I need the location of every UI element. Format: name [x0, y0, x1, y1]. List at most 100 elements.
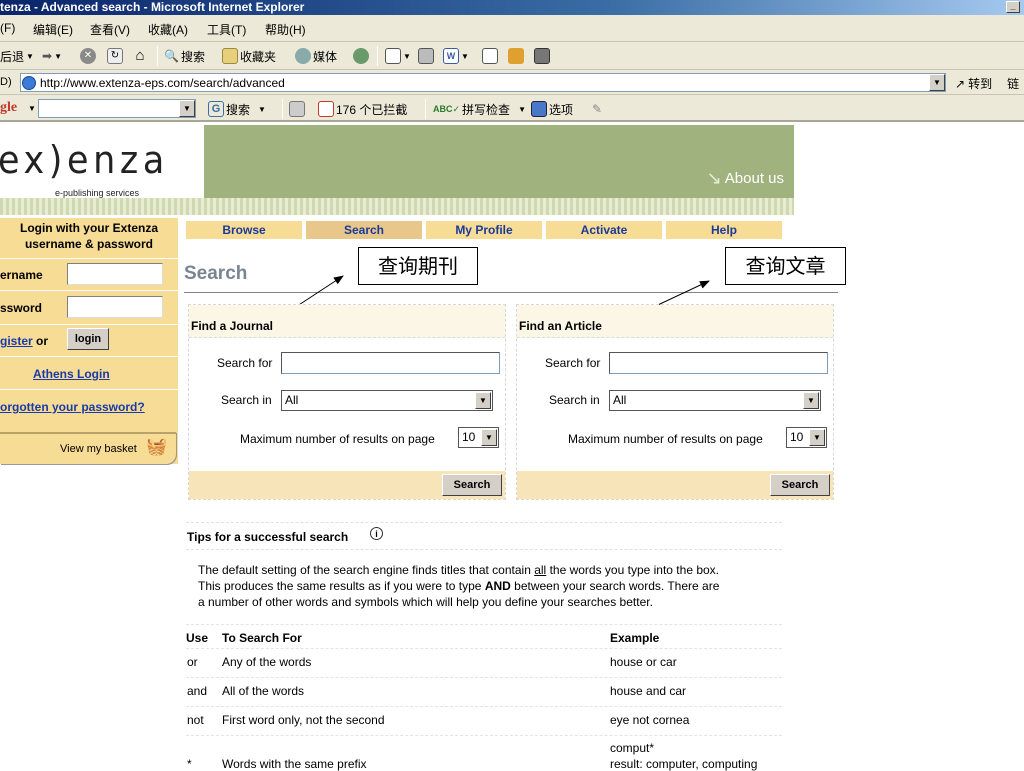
google-search-input[interactable] — [38, 99, 196, 118]
refresh-icon: ↻ — [107, 48, 123, 64]
about-us-label: About us — [724, 170, 784, 187]
basket-icon: 🧺 — [146, 437, 168, 456]
links-label[interactable]: 链 — [1007, 75, 1019, 92]
dropdown-arrow-icon[interactable]: ▼ — [54, 52, 62, 61]
home-button[interactable]: ⌂ — [132, 47, 148, 65]
search-label: 搜索 — [180, 49, 205, 64]
favorites-label: 收藏夹 — [240, 49, 277, 64]
menu-tools[interactable]: 工具(T) — [207, 21, 246, 38]
popup-blocker-button[interactable]: 176 个已拦截 — [318, 100, 407, 118]
research-button[interactable] — [534, 47, 550, 65]
athens-login-link[interactable]: Athens Login — [33, 367, 110, 381]
word-icon: W — [443, 48, 459, 64]
highlight-button[interactable]: ✎ — [592, 100, 602, 118]
google-search-dropdown-icon[interactable]: ▼ — [179, 100, 195, 117]
info-icon[interactable]: i — [370, 527, 383, 540]
login-button[interactable]: login — [67, 328, 109, 350]
address-field[interactable]: http://www.extenza-eps.com/search/advanc… — [20, 73, 946, 92]
journal-search-in-select[interactable]: All ▼ — [281, 390, 493, 411]
back-button[interactable]: 后退 ▼ — [0, 47, 34, 65]
tips-text: The default setting of the search engine… — [198, 563, 720, 609]
spellcheck-icon: ABC✓ — [433, 103, 461, 114]
address-url[interactable]: http://www.extenza-eps.com/search/advanc… — [40, 76, 285, 90]
menu-help[interactable]: 帮助(H) — [265, 21, 306, 38]
search-button[interactable]: 🔍 搜索 — [164, 47, 205, 65]
view-basket-button[interactable]: View my basket 🧺 — [0, 432, 176, 464]
chevron-down-icon[interactable]: ▼ — [803, 392, 819, 409]
dropdown-arrow-icon[interactable]: ▼ — [518, 105, 526, 114]
extenza-logo[interactable]: ex)enza e-publishing services — [0, 132, 200, 202]
stop-button[interactable]: ✕ — [80, 47, 96, 65]
pagerank-icon — [289, 101, 305, 117]
refresh-button[interactable]: ↻ — [107, 47, 123, 65]
favorites-icon — [222, 48, 238, 64]
discuss-button[interactable] — [482, 47, 498, 65]
tab-search[interactable]: Search — [306, 221, 422, 239]
back-label: 后退 — [0, 49, 25, 64]
menu-edit[interactable]: 编辑(E) — [33, 21, 73, 38]
media-button[interactable]: 媒体 — [295, 47, 337, 65]
dropdown-arrow-icon[interactable]: ▼ — [403, 52, 411, 61]
chevron-down-icon[interactable]: ▼ — [475, 392, 491, 409]
article-footer: Search — [517, 471, 833, 499]
address-dropdown-icon[interactable]: ▼ — [929, 74, 945, 91]
go-label: 转到 — [968, 77, 993, 91]
article-search-in-label: Search in — [549, 393, 600, 407]
annotation-journal: 查询期刊 — [358, 247, 478, 285]
go-arrow-icon: ↗ — [955, 76, 966, 91]
article-search-input[interactable] — [609, 352, 828, 374]
col-header-example: Example — [610, 631, 660, 645]
options-button[interactable]: 选项 — [531, 100, 573, 118]
menu-view[interactable]: 查看(V) — [90, 21, 130, 38]
tab-my-profile[interactable]: My Profile — [426, 221, 542, 239]
mail-button[interactable]: ▼ — [385, 47, 411, 65]
home-icon: ⌂ — [135, 47, 145, 64]
journal-search-input[interactable] — [281, 352, 500, 374]
dropdown-arrow-icon[interactable]: ▼ — [258, 105, 266, 114]
minimize-button[interactable]: _ — [1006, 1, 1020, 13]
google-search-button[interactable]: G 搜索 ▼ — [208, 100, 266, 118]
forgot-password-link[interactable]: orgotten your password? — [0, 400, 145, 414]
messenger-button[interactable] — [508, 47, 524, 65]
ie-page-icon — [22, 75, 36, 90]
dropdown-arrow-icon[interactable]: ▼ — [26, 52, 34, 61]
menu-favorites[interactable]: 收藏(A) — [148, 21, 188, 38]
print-button[interactable] — [418, 47, 434, 65]
window-title: tenza - Advanced search - Microsoft Inte… — [0, 0, 305, 14]
history-button[interactable] — [353, 47, 369, 65]
spellcheck-button[interactable]: ABC✓ 拼写检查 ▼ — [433, 100, 526, 118]
dropdown-arrow-icon[interactable]: ▼ — [28, 104, 36, 113]
google-search-label: 搜索 — [226, 102, 251, 117]
header-banner: ↘ About us — [204, 125, 794, 198]
decorative-stripe — [0, 198, 794, 215]
tab-browse[interactable]: Browse — [186, 221, 302, 239]
basket-label: View my basket — [60, 443, 137, 455]
article-max-results-select[interactable]: 10 ▼ — [786, 427, 827, 448]
go-button[interactable]: ↗ 转到 链 — [955, 75, 1019, 92]
register-link[interactable]: gister — [0, 334, 33, 348]
menu-file[interactable]: (F) — [0, 21, 15, 35]
tips-heading-bar: Tips for a successful search i — [186, 522, 782, 550]
tab-activate[interactable]: Activate — [546, 221, 662, 239]
stop-icon: ✕ — [80, 48, 96, 64]
edit-button[interactable]: W ▼ — [443, 47, 469, 65]
forward-button[interactable]: ➡ ▼ — [42, 47, 62, 65]
or-label: or — [36, 334, 49, 348]
dropdown-arrow-icon[interactable]: ▼ — [461, 52, 469, 61]
journal-max-results-select[interactable]: 10 ▼ — [458, 427, 499, 448]
annotation-article: 查询文章 — [725, 247, 846, 285]
chevron-down-icon[interactable]: ▼ — [809, 429, 825, 446]
find-journal-panel: Find a Journal Search for Search in All … — [188, 304, 506, 500]
favorites-button[interactable]: 收藏夹 — [222, 47, 276, 65]
pagerank-button[interactable] — [289, 100, 305, 118]
tab-help[interactable]: Help — [666, 221, 782, 239]
about-us-link[interactable]: ↘ About us — [707, 168, 784, 189]
chevron-down-icon[interactable]: ▼ — [481, 429, 497, 446]
google-logo[interactable]: gle — [0, 100, 17, 116]
article-search-in-select[interactable]: All ▼ — [609, 390, 821, 411]
article-search-button[interactable]: Search — [770, 474, 830, 496]
password-label: ssword — [0, 301, 43, 315]
username-input[interactable] — [67, 263, 163, 285]
password-input[interactable] — [67, 296, 163, 318]
journal-search-button[interactable]: Search — [442, 474, 502, 496]
